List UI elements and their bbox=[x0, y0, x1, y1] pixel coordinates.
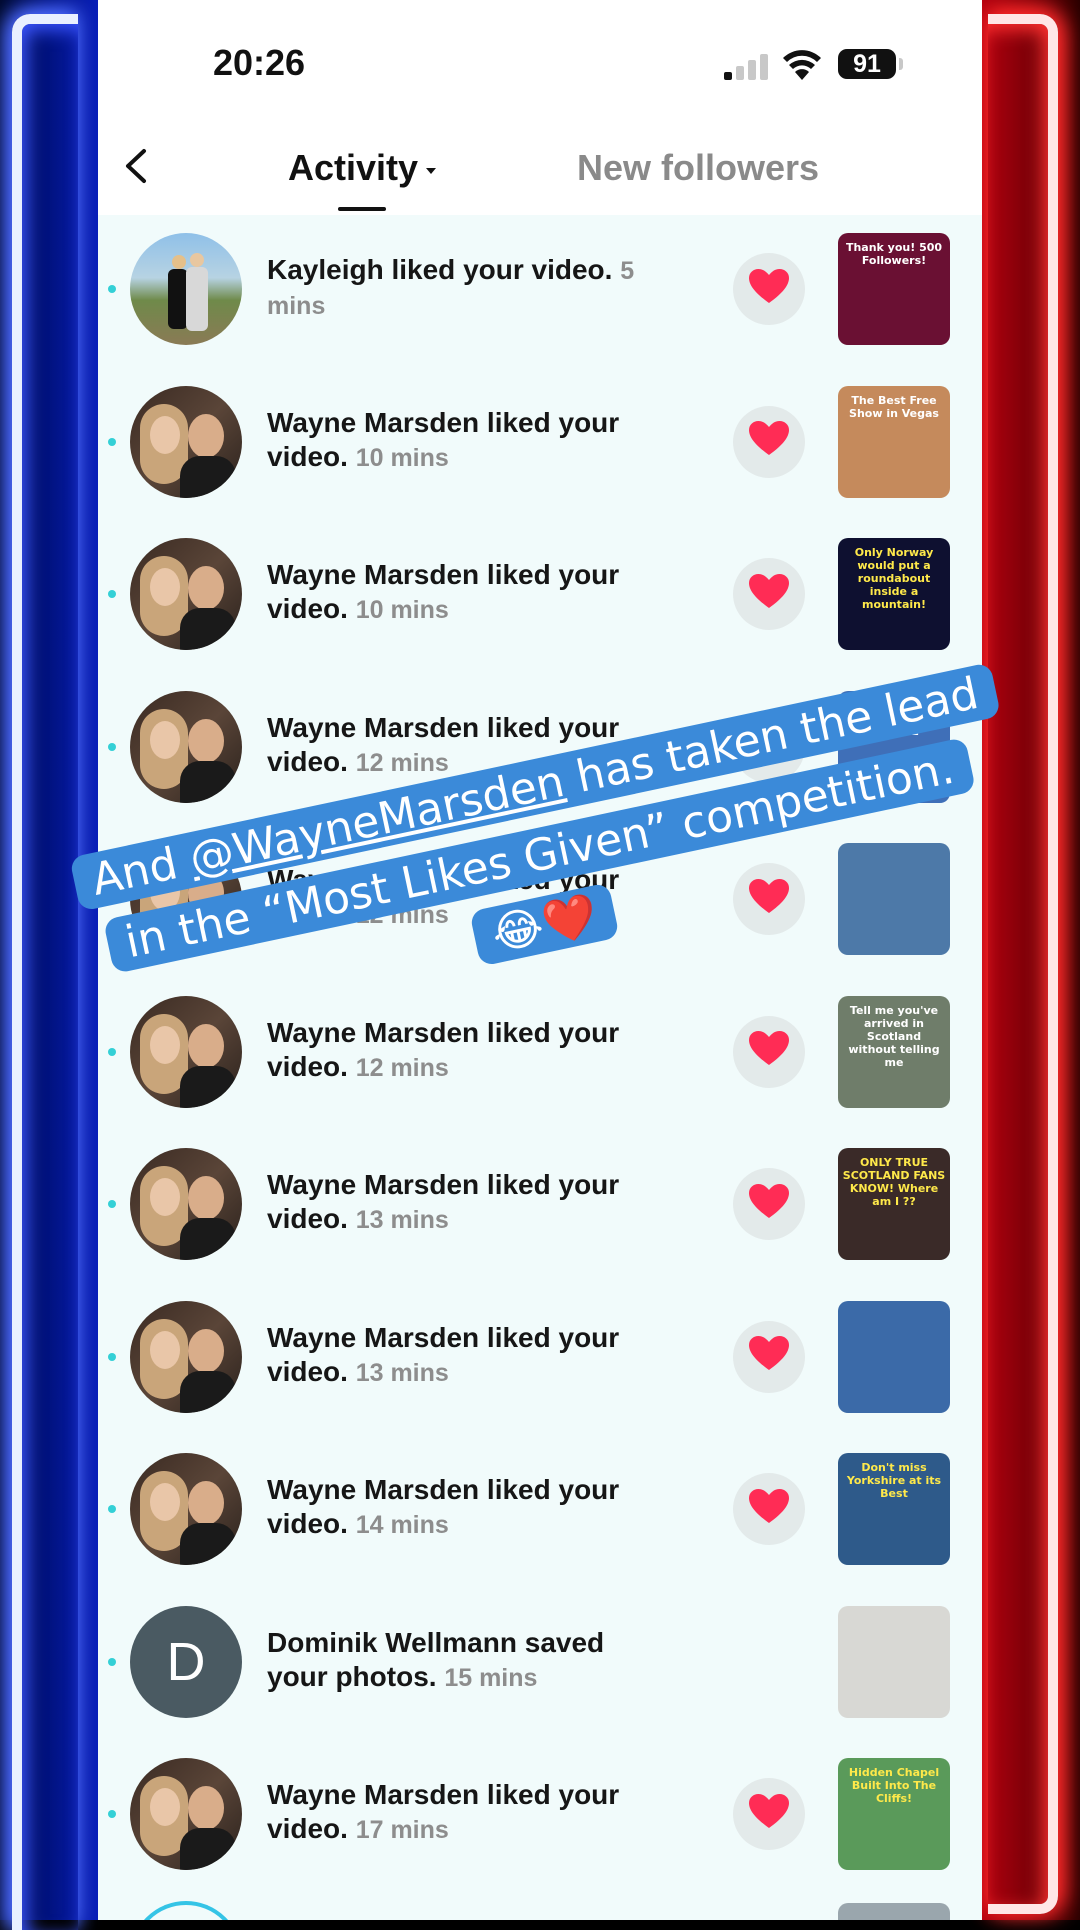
tab-active-indicator bbox=[338, 207, 386, 211]
video-thumbnail[interactable]: Hidden Chapel Built Into The Cliffs! bbox=[838, 1758, 950, 1870]
video-thumbnail[interactable] bbox=[838, 1300, 950, 1413]
activity-row[interactable]: Wayne Marsden liked your video. 14 mins … bbox=[98, 1435, 982, 1588]
avatar[interactable] bbox=[130, 1148, 242, 1260]
avatar[interactable] bbox=[130, 385, 242, 498]
unread-dot bbox=[108, 1200, 116, 1208]
avatar[interactable]: D bbox=[130, 1605, 242, 1718]
thumbnail-caption: Hidden Chapel Built Into The Cliffs! bbox=[848, 1766, 940, 1805]
liked-heart-button[interactable] bbox=[733, 405, 805, 478]
thumbnail-caption: The Best Free Show in Vegas bbox=[849, 393, 939, 420]
video-thumbnail[interactable]: Thank you! 500 Followers! bbox=[838, 233, 950, 345]
activity-text: Wayne Marsden liked your video. 14 mins bbox=[267, 1473, 667, 1542]
liked-heart-button[interactable] bbox=[733, 1168, 805, 1240]
activity-text: Wayne Marsden liked your video. 13 mins bbox=[267, 1168, 667, 1237]
heart-icon bbox=[749, 1031, 789, 1072]
avatar[interactable] bbox=[130, 538, 242, 650]
partial-list-item bbox=[98, 1893, 982, 1920]
wifi-icon bbox=[783, 50, 821, 80]
unread-dot bbox=[108, 1505, 116, 1513]
status-time: 20:26 bbox=[213, 42, 306, 83]
thumbnail-caption: Only Norway would put a roundabout insid… bbox=[854, 546, 934, 611]
activity-time: 15 mins bbox=[444, 1663, 538, 1692]
back-arrow-icon[interactable] bbox=[118, 145, 158, 187]
avatar[interactable] bbox=[130, 233, 242, 345]
heart-icon bbox=[749, 573, 789, 615]
activity-row[interactable]: Kayleigh liked your video. 5 mins Thank … bbox=[98, 215, 982, 368]
avatar[interactable] bbox=[130, 1758, 242, 1870]
activity-time: 14 mins bbox=[355, 1511, 449, 1539]
status-bar: 20:26 91 bbox=[98, 0, 982, 115]
heart-icon bbox=[749, 421, 789, 462]
thumbnail-caption: ONLY TRUE SCOTLAND FANS KNOW! Where am I… bbox=[842, 1156, 946, 1208]
activity-text: Dominik Wellmann saved your photos. 15 m… bbox=[267, 1626, 667, 1695]
activity-row[interactable]: Wayne Marsden liked your video. 13 mins … bbox=[98, 1130, 982, 1283]
tab-activity[interactable]: Activity bbox=[288, 147, 437, 189]
activity-row[interactable]: Wayne Marsden liked your video. 17 mins … bbox=[98, 1740, 982, 1893]
battery-icon: 91 bbox=[838, 49, 896, 79]
battery-level: 91 bbox=[853, 49, 881, 78]
unread-dot bbox=[108, 742, 116, 751]
unread-dot bbox=[108, 285, 116, 293]
video-thumbnail[interactable]: ONLY TRUE SCOTLAND FANS KNOW! Where am I… bbox=[838, 1148, 950, 1260]
activity-text: Wayne Marsden liked your video. 10 mins bbox=[267, 558, 667, 627]
heart-icon bbox=[749, 1183, 789, 1225]
activity-time: 10 mins bbox=[355, 596, 449, 624]
thumbnail-caption: Don't miss Yorkshire at its Best bbox=[846, 1461, 942, 1500]
tab-activity-label: Activity bbox=[288, 147, 419, 188]
activity-nav-bar: Activity New followers bbox=[98, 115, 982, 215]
thumbnail-caption: Thank you! 500 Followers! bbox=[845, 241, 943, 267]
liked-heart-button[interactable] bbox=[733, 1473, 805, 1545]
liked-heart-button[interactable] bbox=[733, 1015, 805, 1088]
unread-dot bbox=[108, 590, 116, 598]
heart-icon bbox=[749, 1336, 789, 1377]
avatar[interactable] bbox=[130, 1453, 242, 1565]
activity-time: 13 mins bbox=[355, 1358, 449, 1387]
liked-heart-button[interactable] bbox=[733, 558, 805, 630]
heart-icon bbox=[749, 268, 789, 310]
video-thumbnail[interactable]: Don't miss Yorkshire at its Best bbox=[838, 1453, 950, 1565]
avatar[interactable] bbox=[130, 1300, 242, 1413]
activity-time: 17 mins bbox=[355, 1816, 449, 1844]
activity-text: Wayne Marsden liked your video. 13 mins bbox=[267, 1321, 667, 1390]
unread-dot bbox=[108, 437, 116, 446]
cellular-signal-icon bbox=[724, 52, 768, 80]
activity-text: Wayne Marsden liked your video. 10 mins bbox=[267, 406, 667, 475]
activity-row[interactable]: Wayne Marsden liked your video. 13 mins bbox=[98, 1283, 982, 1436]
liked-heart-button[interactable] bbox=[733, 1320, 805, 1393]
activity-message: Kayleigh liked your video. bbox=[267, 254, 613, 285]
caption-line-3: 😂❤️ bbox=[469, 882, 620, 967]
liked-heart-button[interactable] bbox=[733, 1778, 805, 1850]
caret-down-icon bbox=[426, 168, 437, 174]
unread-dot bbox=[108, 1352, 116, 1361]
unread-dot bbox=[108, 1810, 116, 1818]
video-thumbnail[interactable] bbox=[838, 1605, 950, 1718]
tab-new-followers[interactable]: New followers bbox=[577, 147, 819, 189]
activity-text: Kayleigh liked your video. 5 mins bbox=[267, 253, 667, 323]
activity-text: Wayne Marsden liked your video. 17 mins bbox=[267, 1778, 667, 1847]
battery-tip bbox=[899, 58, 903, 70]
heart-icon bbox=[749, 1488, 789, 1530]
video-thumbnail[interactable]: The Best Free Show in Vegas bbox=[838, 385, 950, 498]
video-thumbnail[interactable]: Tell me you've arrived in Scotland witho… bbox=[838, 995, 950, 1108]
thumbnail-caption: Tell me you've arrived in Scotland witho… bbox=[848, 1003, 940, 1069]
activity-row[interactable]: Wayne Marsden liked your video. 10 mins … bbox=[98, 368, 982, 521]
heart-icon bbox=[749, 1793, 789, 1835]
activity-time: 10 mins bbox=[355, 443, 449, 472]
activity-row[interactable]: D Dominik Wellmann saved your photos. 15… bbox=[98, 1588, 982, 1741]
activity-message: Dominik Wellmann saved your photos. bbox=[267, 1626, 605, 1692]
neon-frame-right bbox=[988, 14, 1058, 1914]
activity-time: 13 mins bbox=[355, 1206, 449, 1234]
neon-frame-left bbox=[12, 14, 78, 1930]
liked-heart-button[interactable] bbox=[733, 253, 805, 325]
unread-dot bbox=[108, 1657, 116, 1666]
